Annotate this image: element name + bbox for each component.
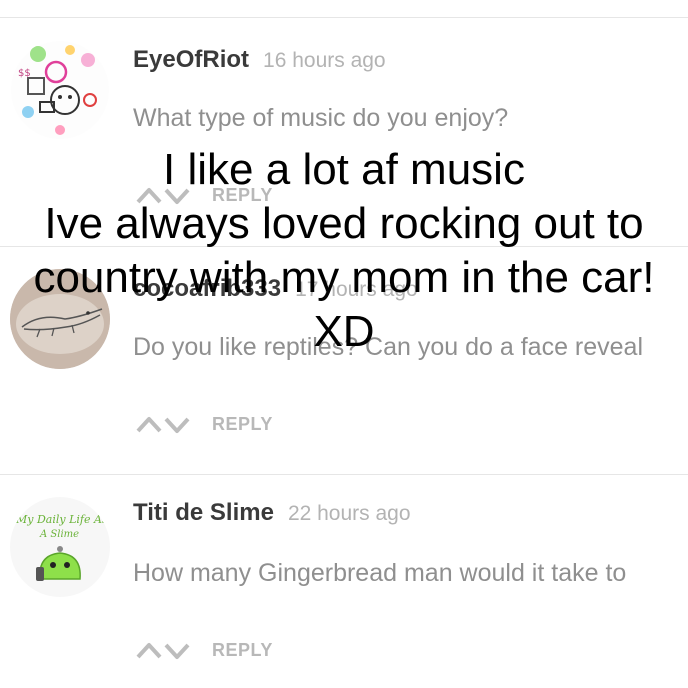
upvote-icon[interactable]	[136, 643, 162, 659]
comment-username[interactable]: Titi de Slime 22 hours ago	[133, 499, 411, 527]
upvote-icon[interactable]	[136, 417, 162, 433]
svg-text:My Daily Life As: My Daily Life As	[15, 513, 108, 526]
reply-button[interactable]: REPLY	[212, 640, 273, 661]
overlay-line: country with my mom in the car!	[33, 253, 655, 302]
doodle-avatar-icon: $$	[11, 41, 109, 139]
comment-username[interactable]: EyeOfRiot 16 hours ago	[133, 46, 386, 74]
username-text[interactable]: Titi de Slime	[133, 499, 274, 526]
downvote-icon[interactable]	[164, 643, 190, 659]
comment-item: My Daily Life As A Slime Titi de Slime 22…	[0, 475, 688, 688]
overlay-line: Ive always loved rocking out to	[44, 199, 644, 248]
comment-text: What type of music do you enjoy?	[133, 104, 509, 132]
avatar[interactable]: My Daily Life As A Slime	[10, 497, 110, 597]
downvote-icon[interactable]	[164, 417, 190, 433]
comment-text: How many Gingerbread man would it take t…	[133, 559, 627, 587]
avatar[interactable]: $$	[10, 40, 110, 140]
slime-avatar-icon: My Daily Life As A Slime	[10, 497, 110, 597]
svg-text:A Slime: A Slime	[39, 529, 79, 540]
comment-timestamp: 22 hours ago	[287, 502, 411, 525]
vote-arrows[interactable]	[135, 639, 191, 661]
overlay-line: I like a lot af music	[163, 145, 525, 194]
reply-button[interactable]: REPLY	[212, 414, 273, 435]
username-text[interactable]: EyeOfRiot	[133, 46, 249, 73]
vote-arrows[interactable]	[135, 413, 191, 435]
comment-timestamp: 16 hours ago	[263, 49, 386, 72]
overlay-line: XD	[313, 307, 375, 356]
svg-text:$$: $$	[18, 68, 31, 79]
